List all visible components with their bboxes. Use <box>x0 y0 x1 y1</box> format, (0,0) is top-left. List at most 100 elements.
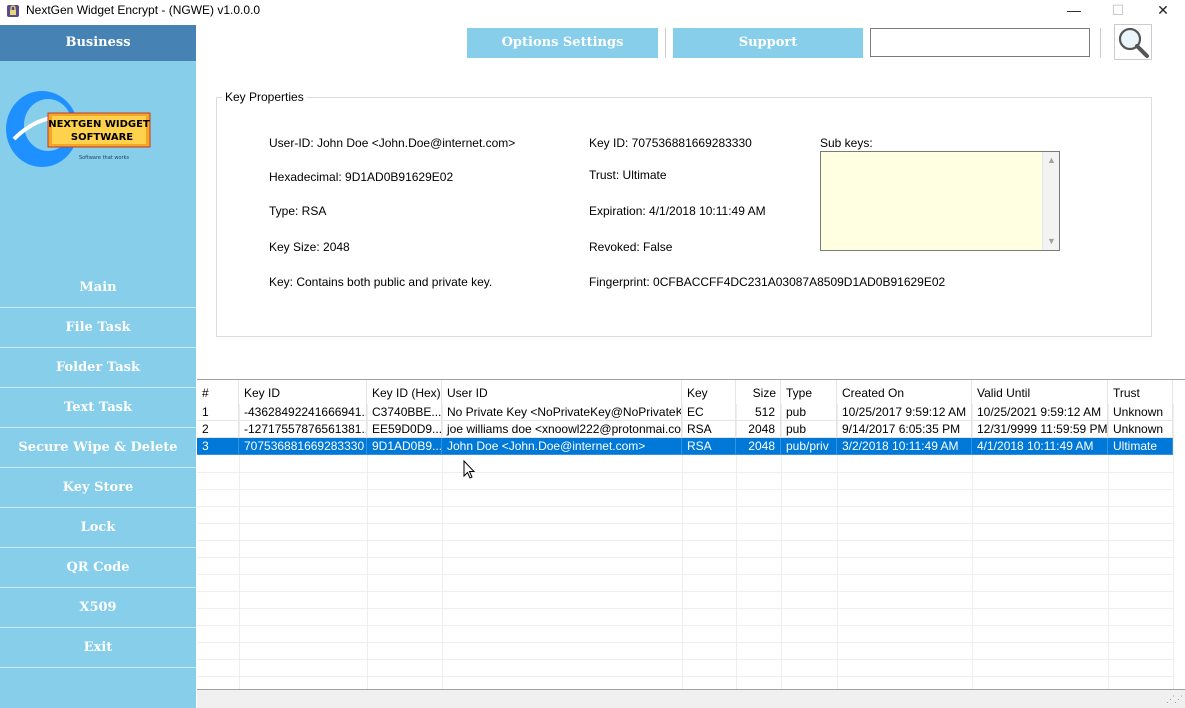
maximize-button[interactable]: ☐ <box>1095 0 1141 22</box>
column-header-size[interactable]: Size <box>736 380 781 404</box>
logo-line1: NEXTGEN WIDGET <box>48 119 150 130</box>
cell-user-id: John Doe <John.Doe@internet.com> <box>442 438 682 455</box>
grid-line <box>197 489 1173 490</box>
grid-line <box>197 472 1173 473</box>
cell-trust: Ultimate <box>1108 438 1173 455</box>
cell-key: RSA <box>682 421 736 438</box>
magnifier-icon[interactable] <box>1114 24 1152 60</box>
close-button[interactable]: ✕ <box>1140 0 1185 22</box>
search-input[interactable] <box>870 28 1090 57</box>
grid-header: # Key ID Key ID (Hex) User ID Key Size T… <box>197 380 1185 404</box>
trust-label: Trust: Ultimate <box>589 168 667 182</box>
type-label: Type: RSA <box>269 204 327 218</box>
cell-trust: Unknown <box>1108 404 1173 421</box>
resize-grip-icon[interactable]: ⋰⋰ <box>1166 694 1183 705</box>
toolbar-separator <box>1100 28 1101 58</box>
revoked-label: Revoked: False <box>589 240 673 254</box>
logo-line2: SOFTWARE <box>71 132 133 143</box>
grid-line <box>197 642 1173 643</box>
key-id-label: Key ID: 707536881669283330 <box>589 136 752 150</box>
table-row[interactable]: 2 -12717557876561381... EE59D0D9... joe … <box>197 421 1173 438</box>
cell-valid-until: 4/1/2018 10:11:49 AM <box>972 438 1108 455</box>
app-icon <box>7 5 19 17</box>
grid-line <box>197 557 1173 558</box>
user-id-label: User-ID: John Doe <John.Doe@internet.com… <box>269 136 516 150</box>
grid-line <box>197 506 1173 507</box>
column-header-trust[interactable]: Trust <box>1108 380 1173 404</box>
cell-number: 3 <box>197 438 239 455</box>
table-row-selected[interactable]: 3 707536881669283330 9D1AD0B9... John Do… <box>197 438 1173 455</box>
table-row[interactable]: 1 -43628492241666941... C3740BBE... No P… <box>197 404 1173 421</box>
cell-key-id: -12717557876561381... <box>239 421 367 438</box>
cell-valid-until: 12/31/9999 11:59:59 PM <box>972 421 1108 438</box>
column-header-key[interactable]: Key <box>682 380 736 404</box>
grid-line <box>1173 404 1174 689</box>
column-header-user-id[interactable]: User ID <box>442 380 682 404</box>
grid-line <box>197 625 1173 626</box>
cell-number: 2 <box>197 421 239 438</box>
sidebar-item-text-task[interactable]: Text Task <box>0 388 196 428</box>
sub-keys-scrollbar[interactable]: ▲ ▼ <box>1042 152 1059 250</box>
sidebar-item-main[interactable]: Main <box>0 268 196 308</box>
cell-trust: Unknown <box>1108 421 1173 438</box>
cell-size: 2048 <box>736 438 781 455</box>
cell-created-on: 9/14/2017 6:05:35 PM <box>837 421 972 438</box>
column-header-type[interactable]: Type <box>781 380 837 404</box>
column-header-key-id-hex[interactable]: Key ID (Hex) <box>367 380 442 404</box>
sidebar-item-exit[interactable]: Exit <box>0 628 196 668</box>
column-header-key-id[interactable]: Key ID <box>239 380 367 404</box>
grid-line <box>197 676 1173 677</box>
cell-created-on: 3/2/2018 10:11:49 AM <box>837 438 972 455</box>
cell-key-id-hex: EE59D0D9... <box>367 421 442 438</box>
grid-line <box>197 574 1173 575</box>
cell-size: 2048 <box>736 421 781 438</box>
sidebar-item-secure-wipe[interactable]: Secure Wipe & Delete <box>0 428 196 468</box>
sidebar-header[interactable]: Business <box>0 25 196 61</box>
sidebar-item-qr-code[interactable]: QR Code <box>0 548 196 588</box>
cell-key: RSA <box>682 438 736 455</box>
cell-user-id: No Private Key <NoPrivateKey@NoPrivateKe… <box>442 404 682 421</box>
app-window: NextGen Widget Encrypt - (NGWE) v1.0.0.0… <box>0 0 1185 708</box>
fingerprint-label: Fingerprint: 0CFBACCFF4DC231A03087A8509D… <box>589 275 946 289</box>
title-bar: NextGen Widget Encrypt - (NGWE) v1.0.0.0… <box>0 0 1185 22</box>
logo-tagline: Software that works <box>79 155 129 161</box>
cell-user-id: joe williams doe <xnoowl222@protonmai.co… <box>442 421 682 438</box>
cell-type: pub/priv <box>781 438 837 455</box>
minimize-button[interactable]: — <box>1051 0 1097 22</box>
sidebar-item-key-store[interactable]: Key Store <box>0 468 196 508</box>
cell-key-id: -43628492241666941... <box>239 404 367 421</box>
mouse-cursor-icon <box>463 460 475 479</box>
sub-keys-label: Sub keys: <box>820 136 873 150</box>
status-bar: ⋰⋰ <box>197 690 1185 708</box>
cell-key-id-hex: 9D1AD0B9... <box>367 438 442 455</box>
grid-line <box>197 540 1173 541</box>
cell-valid-until: 10/25/2021 9:59:12 AM <box>972 404 1108 421</box>
sidebar-item-file-task[interactable]: File Task <box>0 308 196 348</box>
key-size-label: Key Size: 2048 <box>269 240 350 254</box>
cell-key-id-hex: C3740BBE... <box>367 404 442 421</box>
window-title: NextGen Widget Encrypt - (NGWE) v1.0.0.0 <box>26 3 261 17</box>
cell-type: pub <box>781 421 837 438</box>
support-button[interactable]: Support <box>673 28 863 58</box>
cell-number: 1 <box>197 404 239 421</box>
sidebar-item-folder-task[interactable]: Folder Task <box>0 348 196 388</box>
sidebar-item-x509[interactable]: X509 <box>0 588 196 628</box>
grid-line <box>197 523 1173 524</box>
keys-grid: # Key ID Key ID (Hex) User ID Key Size T… <box>197 379 1185 690</box>
sub-keys-textarea[interactable] <box>820 151 1060 251</box>
grid-line <box>197 591 1173 592</box>
cell-type: pub <box>781 404 837 421</box>
scroll-down-arrow-icon[interactable]: ▼ <box>1043 233 1060 250</box>
scroll-up-arrow-icon[interactable]: ▲ <box>1043 152 1060 169</box>
options-settings-button[interactable]: Options Settings <box>467 28 658 58</box>
sidebar-item-lock[interactable]: Lock <box>0 508 196 548</box>
key-properties-legend: Key Properties <box>222 90 307 104</box>
toolbar-separator <box>665 28 666 58</box>
key-contents-label: Key: Contains both public and private ke… <box>269 275 493 289</box>
cell-size: 512 <box>736 404 781 421</box>
column-header-created-on[interactable]: Created On <box>837 380 972 404</box>
column-header-valid-until[interactable]: Valid Until <box>972 380 1108 404</box>
column-header-number[interactable]: # <box>197 380 239 404</box>
grid-line <box>197 608 1173 609</box>
grid-line <box>197 659 1173 660</box>
